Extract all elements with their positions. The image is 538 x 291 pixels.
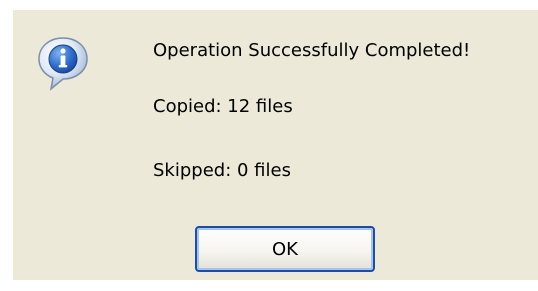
message-title: Operation Successfully Completed! [153,40,471,61]
ok-button[interactable]: OK [195,226,375,272]
copied-count-text: Copied: 12 files [153,96,293,117]
info-icon [35,35,91,91]
message-dialog: Operation Successfully Completed! Copied… [13,10,538,280]
skipped-count-text: Skipped: 0 files [153,160,291,181]
